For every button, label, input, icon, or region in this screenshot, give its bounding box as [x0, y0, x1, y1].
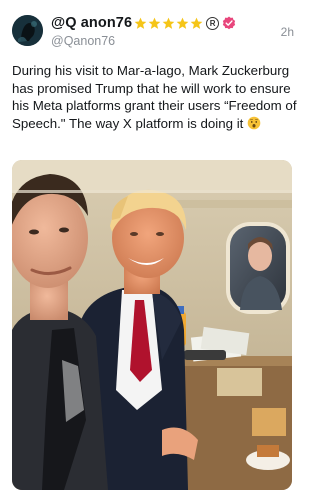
star-icon — [148, 17, 161, 29]
post-text: During his visit to Mar-a-lago, Mark Zuc… — [12, 62, 297, 132]
post-image[interactable] — [12, 160, 292, 490]
name-row: @Q anon76 R — [51, 14, 236, 32]
user-handle[interactable]: @Qanon76 — [51, 34, 115, 48]
post-card[interactable]: @Q anon76 R @Qanon76 2h During his visit… — [0, 0, 304, 500]
display-name[interactable]: @Q anon76 — [51, 15, 132, 31]
avatar[interactable] — [12, 15, 43, 46]
star-icon — [162, 17, 175, 29]
post-header: @Q anon76 R @Qanon76 2h — [12, 13, 294, 49]
hushed-face-emoji — [247, 116, 261, 129]
post-photo-illustration — [12, 160, 292, 490]
star-icon — [134, 17, 147, 29]
registered-icon: R — [206, 16, 220, 30]
star-icon — [190, 17, 203, 29]
post-timestamp[interactable]: 2h — [281, 25, 294, 39]
verified-badge-icon — [222, 16, 236, 30]
star-icon — [176, 17, 189, 29]
star-badges — [134, 17, 204, 30]
